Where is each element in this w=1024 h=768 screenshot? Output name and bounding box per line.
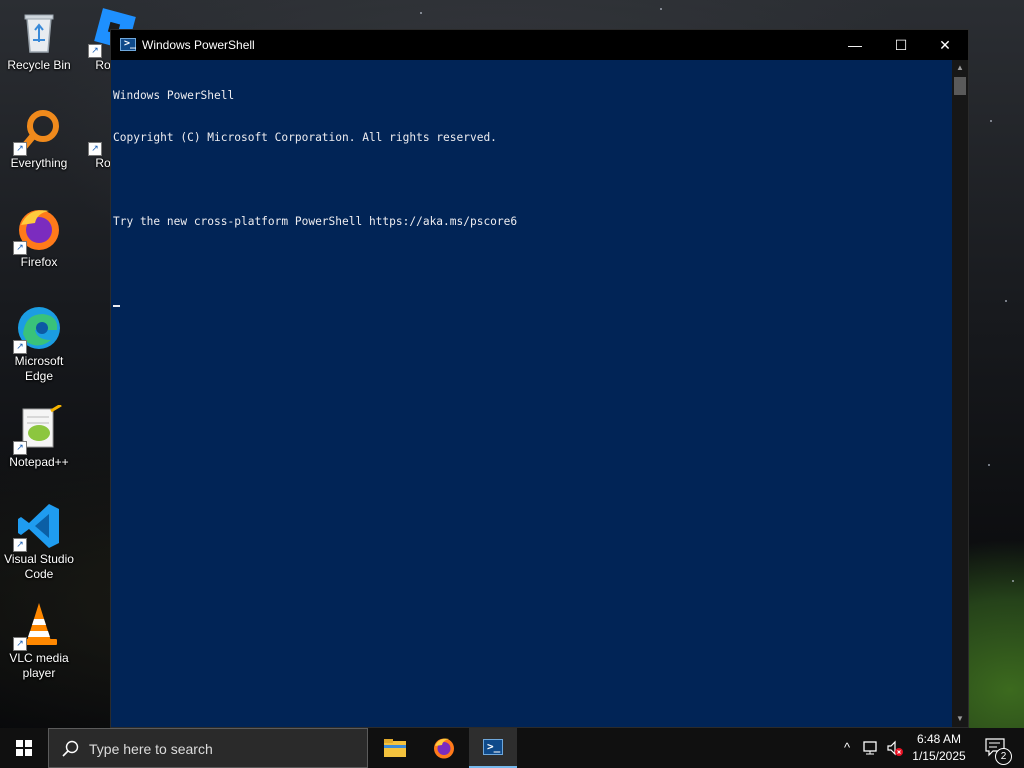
clock-date: 1/15/2025 xyxy=(912,749,966,763)
desktop-icon-label: Everything xyxy=(10,156,68,170)
taskbar-app-file-explorer[interactable] xyxy=(370,728,418,768)
show-hidden-icons-chevron-icon[interactable]: ^ xyxy=(838,739,856,757)
console-line: Windows PowerShell xyxy=(113,89,235,102)
desktop-icon-label: Recycle Bin xyxy=(7,58,71,72)
firefox-icon: ↗ xyxy=(13,205,63,255)
console-line: Try the new cross-platform PowerShell ht… xyxy=(113,215,518,228)
powershell-icon: >_ xyxy=(483,739,503,755)
firefox-icon xyxy=(434,738,454,759)
powershell-window[interactable]: >_ Windows PowerShell — ☐ ✕ Windows Powe… xyxy=(110,29,969,728)
notification-count-badge: 2 xyxy=(995,748,1012,765)
text-cursor xyxy=(113,305,120,307)
shortcut-arrow-icon: ↗ xyxy=(13,241,27,255)
file-explorer-icon xyxy=(384,739,406,757)
recycle-bin-icon xyxy=(15,8,63,56)
console-cursor-line xyxy=(113,299,950,313)
desktop-icon-label: Microsoft Edge xyxy=(14,354,64,383)
desktop-icon-vlc[interactable]: ↗ VLC media player xyxy=(1,601,77,681)
start-button[interactable] xyxy=(0,728,48,768)
shortcut-arrow-icon: ↗ xyxy=(13,142,27,156)
scroll-down-arrow-icon[interactable]: ▼ xyxy=(952,711,968,727)
shortcut-arrow-icon: ↗ xyxy=(13,538,27,552)
network-icon[interactable] xyxy=(862,739,880,757)
shortcut-arrow-icon: ↗ xyxy=(88,142,102,156)
powershell-icon: >_ xyxy=(120,38,136,51)
windows-logo-icon xyxy=(16,740,32,756)
shortcut-arrow-icon: ↗ xyxy=(13,340,27,354)
window-title: Windows PowerShell xyxy=(142,38,255,52)
desktop-icon-label: VLC media player xyxy=(9,651,69,680)
desktop-icon-label: Notepad++ xyxy=(9,455,69,469)
search-placeholder: Type here to search xyxy=(89,741,213,757)
taskbar-search-box[interactable]: Type here to search xyxy=(48,728,368,768)
console-line: Copyright (C) Microsoft Corporation. All… xyxy=(113,131,497,144)
edge-icon: ↗ xyxy=(13,304,63,354)
vscode-icon: ↗ xyxy=(13,502,63,552)
desktop-icon-recycle-bin[interactable]: Recycle Bin xyxy=(1,8,77,73)
taskbar-clock[interactable]: 6:48 AM 1/15/2025 xyxy=(908,731,970,765)
action-center-button[interactable]: 2 xyxy=(976,728,1016,768)
scrollbar-thumb[interactable] xyxy=(954,77,966,95)
shortcut-arrow-icon: ↗ xyxy=(13,637,27,651)
vlc-icon: ↗ xyxy=(13,601,63,651)
desktop-icon-label: Visual Studio Code xyxy=(4,552,74,581)
shortcut-arrow-icon: ↗ xyxy=(88,44,102,58)
close-button[interactable]: ✕ xyxy=(922,30,968,60)
maximize-button[interactable]: ☐ xyxy=(878,30,924,60)
clock-time: 6:48 AM xyxy=(916,732,962,746)
vertical-scrollbar[interactable]: ▲ ▼ xyxy=(952,60,968,727)
desktop-icon-everything[interactable]: ↗ Everything xyxy=(1,106,77,171)
minimize-button[interactable]: — xyxy=(832,30,878,60)
volume-muted-icon[interactable] xyxy=(886,739,904,757)
search-icon xyxy=(62,740,79,757)
desktop-icon-edge[interactable]: ↗ Microsoft Edge xyxy=(1,304,77,384)
taskbar: Type here to search >_ ^ 6:48 AM 1/15/20… xyxy=(0,728,1024,768)
desktop-icon-label: Firefox xyxy=(20,255,58,269)
console-output[interactable]: Windows PowerShell Copyright (C) Microso… xyxy=(111,60,952,727)
notepadpp-icon: ↗ xyxy=(13,403,63,455)
scroll-up-arrow-icon[interactable]: ▲ xyxy=(952,60,968,76)
shortcut-arrow-icon: ↗ xyxy=(13,441,27,455)
taskbar-app-powershell[interactable]: >_ xyxy=(469,728,517,768)
desktop-icon-notepadpp[interactable]: ↗ Notepad++ xyxy=(1,403,77,470)
window-titlebar[interactable]: >_ Windows PowerShell — ☐ ✕ xyxy=(111,30,968,60)
desktop-icon-vscode[interactable]: ↗ Visual Studio Code xyxy=(1,502,77,582)
desktop-icon-firefox[interactable]: ↗ Firefox xyxy=(1,205,77,270)
everything-search-icon: ↗ xyxy=(13,106,63,156)
taskbar-app-firefox[interactable] xyxy=(420,728,468,768)
